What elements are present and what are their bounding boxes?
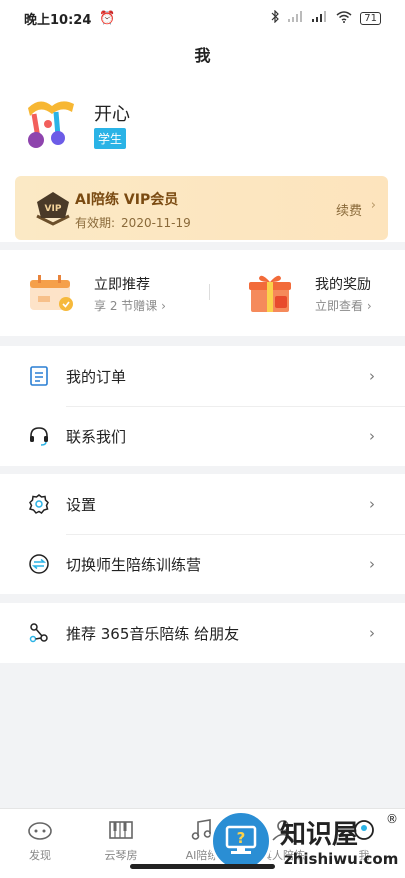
share-icon — [28, 622, 50, 644]
home-indicator[interactable] — [130, 864, 275, 869]
calendar-gift-icon — [28, 272, 76, 314]
status-icons: 71 — [271, 9, 381, 26]
signal-icon — [288, 11, 304, 25]
menu-item-contact-us[interactable]: 联系我们 › — [0, 406, 405, 466]
wifi-icon — [336, 10, 352, 26]
menu-item-switch-camp[interactable]: 切换师生陪练训练营 › — [0, 534, 405, 594]
chevron-right-icon: › — [369, 555, 375, 573]
status-time: 晚上10:24 — [24, 12, 92, 28]
vip-card[interactable]: VIP AI陪练 VIP会员 有效期: 2020-11-19 续费 › — [15, 176, 388, 240]
svg-text:VIP: VIP — [45, 204, 62, 214]
menu-item-my-orders[interactable]: 我的订单 › — [0, 346, 405, 406]
vip-title: AI陪练 VIP会员 — [75, 192, 179, 208]
alarm-icon: ⏰ — [99, 10, 116, 26]
order-list-icon — [28, 365, 50, 387]
my-rewards-button[interactable]: 我的奖励 立即查看 › — [205, 250, 405, 336]
menu-item-label: 联系我们 — [66, 427, 127, 446]
promo-subtitle: 享 2 节赠课 › — [94, 299, 166, 313]
chevron-right-icon: › — [370, 198, 376, 213]
role-badge: 学生 — [94, 128, 127, 149]
menu-item-recommend-friends[interactable]: 推荐 365音乐陪练 给朋友 › — [0, 603, 405, 663]
username: 开心 — [94, 104, 130, 125]
menu-item-label: 切换师生陪练训练营 — [66, 555, 202, 574]
vip-badge-icon: VIP — [33, 190, 73, 228]
discover-icon — [0, 817, 80, 843]
gear-icon — [28, 493, 50, 515]
promo-title: 我的奖励 — [315, 277, 371, 293]
tab-cloud-piano-room[interactable]: 云琴房 — [81, 817, 161, 863]
vip-section: VIP AI陪练 VIP会员 有效期: 2020-11-19 续费 › — [0, 172, 405, 242]
vip-expiry-date: 2020-11-19 — [121, 216, 191, 230]
status-bar: 晚上10:24 ⏰ 71 — [0, 0, 405, 36]
menu-item-label: 设置 — [66, 495, 97, 514]
menu-item-settings[interactable]: 设置 › — [0, 474, 405, 534]
svg-text:?: ? — [237, 829, 246, 847]
battery-icon: 71 — [360, 11, 381, 25]
vip-renew-button[interactable]: 续费 — [336, 200, 362, 219]
chevron-right-icon: › — [369, 495, 375, 513]
avatar[interactable] — [22, 94, 80, 152]
help-logo-icon: ? — [210, 810, 272, 872]
menu-item-label: 推荐 365音乐陪练 给朋友 — [66, 624, 240, 643]
menu-group-share: 推荐 365音乐陪练 给朋友 › — [0, 603, 405, 663]
tab-discover[interactable]: 发现 — [0, 817, 80, 863]
watermark-text: 知识屋 — [280, 820, 359, 850]
signal-hd-icon — [312, 11, 328, 25]
promo-section: 立即推荐 享 2 节赠课 › 我的奖励 立即查看 › — [0, 250, 405, 336]
tab-label: 云琴房 — [104, 849, 138, 862]
tab-label: 发现 — [29, 849, 51, 862]
recommend-now-button[interactable]: 立即推荐 享 2 节赠课 › — [0, 250, 200, 336]
bluetooth-icon — [271, 9, 280, 26]
profile-section[interactable]: 开心 学生 — [0, 72, 405, 172]
chevron-right-icon: › — [369, 367, 375, 385]
switch-icon — [28, 553, 50, 575]
vip-expiry: 有效期: 2020-11-19 — [75, 214, 191, 231]
menu-item-label: 我的订单 — [66, 367, 127, 386]
menu-group-settings: 设置 › 切换师生陪练训练营 › — [0, 474, 405, 594]
piano-icon — [81, 817, 161, 843]
headset-icon — [28, 425, 50, 447]
vip-expiry-label: 有效期: — [75, 216, 116, 230]
promo-title: 立即推荐 — [94, 277, 150, 293]
watermark-url: zhishiwu.com — [284, 850, 399, 868]
page-title: 我 — [0, 36, 405, 72]
gift-box-icon — [247, 272, 295, 314]
registered-icon: ® — [386, 812, 398, 826]
menu-group-orders: 我的订单 › 联系我们 › — [0, 346, 405, 466]
chevron-right-icon: › — [369, 624, 375, 642]
chevron-right-icon: › — [369, 427, 375, 445]
promo-subtitle: 立即查看 › — [315, 299, 372, 313]
